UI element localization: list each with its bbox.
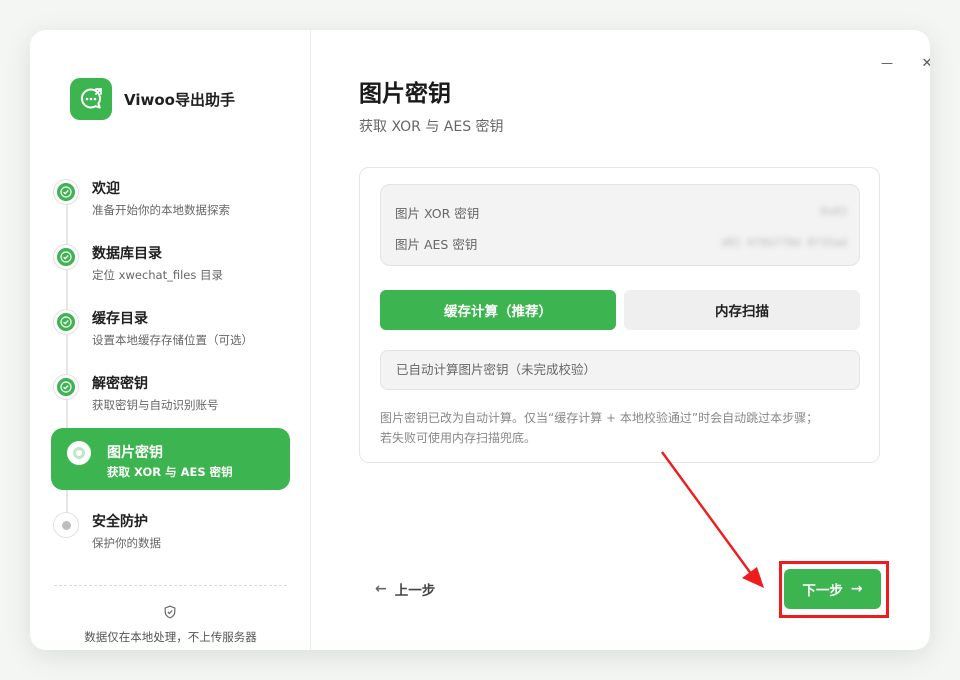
check-circle-icon <box>54 180 78 204</box>
sidebar-step-security[interactable]: 安全防护 保护你的数据 <box>54 511 290 563</box>
page-subtitle: 获取 XOR 与 AES 密钥 <box>359 119 504 135</box>
chat-bubble-export-icon <box>70 78 112 120</box>
brand-name: Viwoo导出助手 <box>124 90 235 109</box>
hint-line: 图片密钥已改为自动计算。仅当“缓存计算 + 本地校验通过”时会自动跳过本步骤； <box>380 411 819 425</box>
step-subtitle: 获取密钥与自动识别账号 <box>92 398 219 412</box>
sidebar-step-database-dir[interactable]: 数据库目录 定位 xwechat_files 目录 <box>54 243 290 295</box>
sidebar-step-image-key[interactable]: 图片密钥 获取 XOR 与 AES 密钥 <box>51 428 290 490</box>
back-button[interactable]: ← 上一步 <box>375 579 435 599</box>
sidebar-divider <box>54 585 287 586</box>
aes-key-value[interactable]: d81 6f6b778d 8f35ad <box>721 236 847 249</box>
step-subtitle: 定位 xwechat_files 目录 <box>92 268 224 282</box>
main-content: — ✕ 图片密钥 获取 XOR 与 AES 密钥 图片 XOR 密钥 0x03 … <box>311 30 930 650</box>
step-title: 数据库目录 <box>92 246 162 262</box>
memory-scan-button[interactable]: 内存扫描 <box>624 290 860 330</box>
image-key-panel: 图片 XOR 密钥 0x03 图片 AES 密钥 d81 6f6b778d 8f… <box>359 167 880 463</box>
page-title: 图片密钥 <box>359 81 451 107</box>
privacy-note: 数据仅在本地处理，不上传服务器 <box>84 630 257 644</box>
sidebar-step-welcome[interactable]: 欢迎 准备开始你的本地数据探索 <box>54 178 290 230</box>
step-title: 欢迎 <box>92 181 120 197</box>
next-button-label: 下一步 <box>802 583 843 599</box>
shield-check-icon <box>163 604 177 623</box>
xor-key-row: 图片 XOR 密钥 0x03 <box>395 203 847 223</box>
arrow-left-icon: ← <box>375 581 387 597</box>
step-title: 缓存目录 <box>92 311 148 327</box>
keys-display: 图片 XOR 密钥 0x03 图片 AES 密钥 d81 6f6b778d 8f… <box>380 184 860 266</box>
step-subtitle: 获取 XOR 与 AES 密钥 <box>107 465 233 479</box>
step-subtitle: 保护你的数据 <box>92 536 161 550</box>
radio-active-icon <box>67 441 91 465</box>
step-title: 解密密钥 <box>92 376 148 392</box>
step-title: 图片密钥 <box>107 445 163 461</box>
arrow-right-icon: → <box>850 581 863 597</box>
check-circle-icon <box>54 375 78 399</box>
back-button-label: 上一步 <box>394 583 436 599</box>
check-circle-icon <box>54 245 78 269</box>
pending-dot-icon <box>54 513 78 537</box>
status-message: 已自动计算图片密钥（未完成校验） <box>380 350 860 390</box>
next-button[interactable]: 下一步 → <box>784 569 881 609</box>
hint-line: 若失败可使用内存扫描兜底。 <box>380 431 537 445</box>
step-title: 安全防护 <box>92 514 148 530</box>
app-window: Viwoo导出助手 欢迎 准备开始你的本地数据探索 数据库目录 定位 xwech… <box>30 30 930 650</box>
sidebar-step-decrypt-key[interactable]: 解密密钥 获取密钥与自动识别账号 <box>54 373 290 425</box>
sidebar-step-cache-dir[interactable]: 缓存目录 设置本地缓存存储位置（可选） <box>54 308 290 360</box>
aes-key-row: 图片 AES 密钥 d81 6f6b778d 8f35ad <box>395 234 847 254</box>
step-subtitle: 准备开始你的本地数据探索 <box>92 203 230 217</box>
check-circle-icon <box>54 310 78 334</box>
minimize-icon: — <box>881 56 893 70</box>
brand: Viwoo导出助手 <box>70 78 235 120</box>
sidebar: Viwoo导出助手 欢迎 准备开始你的本地数据探索 数据库目录 定位 xwech… <box>30 30 311 650</box>
minimize-button[interactable]: — <box>876 52 898 74</box>
close-icon: ✕ <box>921 55 930 71</box>
hint-text: 图片密钥已改为自动计算。仅当“缓存计算 + 本地校验通过”时会自动跳过本步骤； … <box>380 408 870 448</box>
xor-key-value[interactable]: 0x03 <box>821 205 848 218</box>
xor-key-label: 图片 XOR 密钥 <box>395 206 480 221</box>
close-button[interactable]: ✕ <box>916 52 930 74</box>
step-subtitle: 设置本地缓存存储位置（可选） <box>92 333 253 347</box>
aes-key-label: 图片 AES 密钥 <box>395 237 478 252</box>
cache-compute-button[interactable]: 缓存计算（推荐） <box>380 290 616 330</box>
